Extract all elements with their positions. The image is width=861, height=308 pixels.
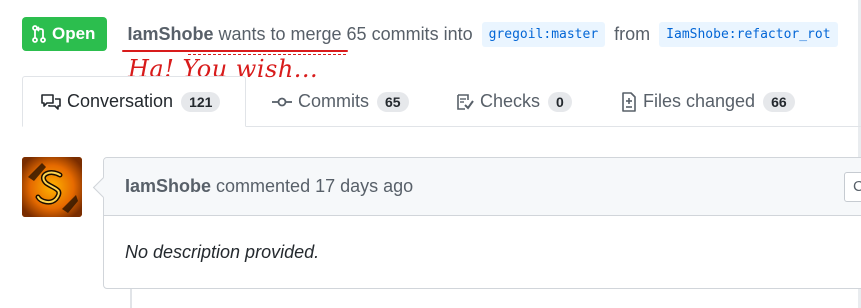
comment-side-button[interactable]: C: [844, 172, 861, 202]
tab-files-changed-count: 66: [763, 91, 795, 112]
tab-commits-count: 65: [377, 91, 409, 112]
head-branch[interactable]: IamShobe:refactor_rot: [659, 21, 838, 47]
tab-conversation-label: Conversation: [67, 91, 174, 111]
comment-action: commented: [216, 176, 311, 196]
checklist-icon: [457, 93, 474, 110]
annotation-underline: [122, 50, 348, 52]
comment-time[interactable]: 17 days ago: [315, 176, 413, 197]
from-text: from: [614, 23, 651, 44]
pr-author-link[interactable]: IamShobe: [127, 24, 213, 45]
comment-discussion-icon: [41, 93, 61, 110]
tab-commits[interactable]: Commits 65: [272, 76, 409, 127]
tab-commits-label: Commits: [298, 91, 369, 111]
user-avatar-image: [22, 157, 82, 217]
pr-header: Open IamShobe wants to merge 65 commits …: [22, 17, 838, 51]
tab-files-changed[interactable]: Files changed 66: [621, 76, 795, 127]
comment-body: No description provided.: [125, 242, 320, 262]
pr-meta: IamShobe wants to merge 65 commits into …: [127, 21, 838, 47]
tab-conversation-count: 121: [181, 91, 221, 112]
merge-text: wants to merge 65 commits into: [218, 23, 473, 44]
tab-checks[interactable]: Checks 0: [456, 76, 572, 127]
comment-box: IamShobe commented 17 days ago C No desc…: [103, 157, 861, 289]
git-pull-request-icon: [32, 25, 46, 43]
base-branch[interactable]: gregoil:master: [481, 21, 606, 47]
tab-files-changed-label: Files changed: [643, 91, 756, 111]
tab-checks-count: 0: [548, 91, 572, 112]
tab-checks-label: Checks: [480, 91, 541, 111]
state-label: Open: [52, 24, 96, 43]
file-diff-icon: [622, 91, 636, 112]
timeline-line: [130, 289, 132, 308]
tab-conversation[interactable]: Conversation 121: [22, 76, 246, 127]
git-commit-icon: [272, 97, 292, 106]
state-badge-open: Open: [22, 17, 108, 51]
comment-header: IamShobe commented 17 days ago C: [104, 158, 861, 216]
avatar[interactable]: [22, 157, 82, 217]
comment-author-link[interactable]: IamShobe: [125, 176, 211, 197]
